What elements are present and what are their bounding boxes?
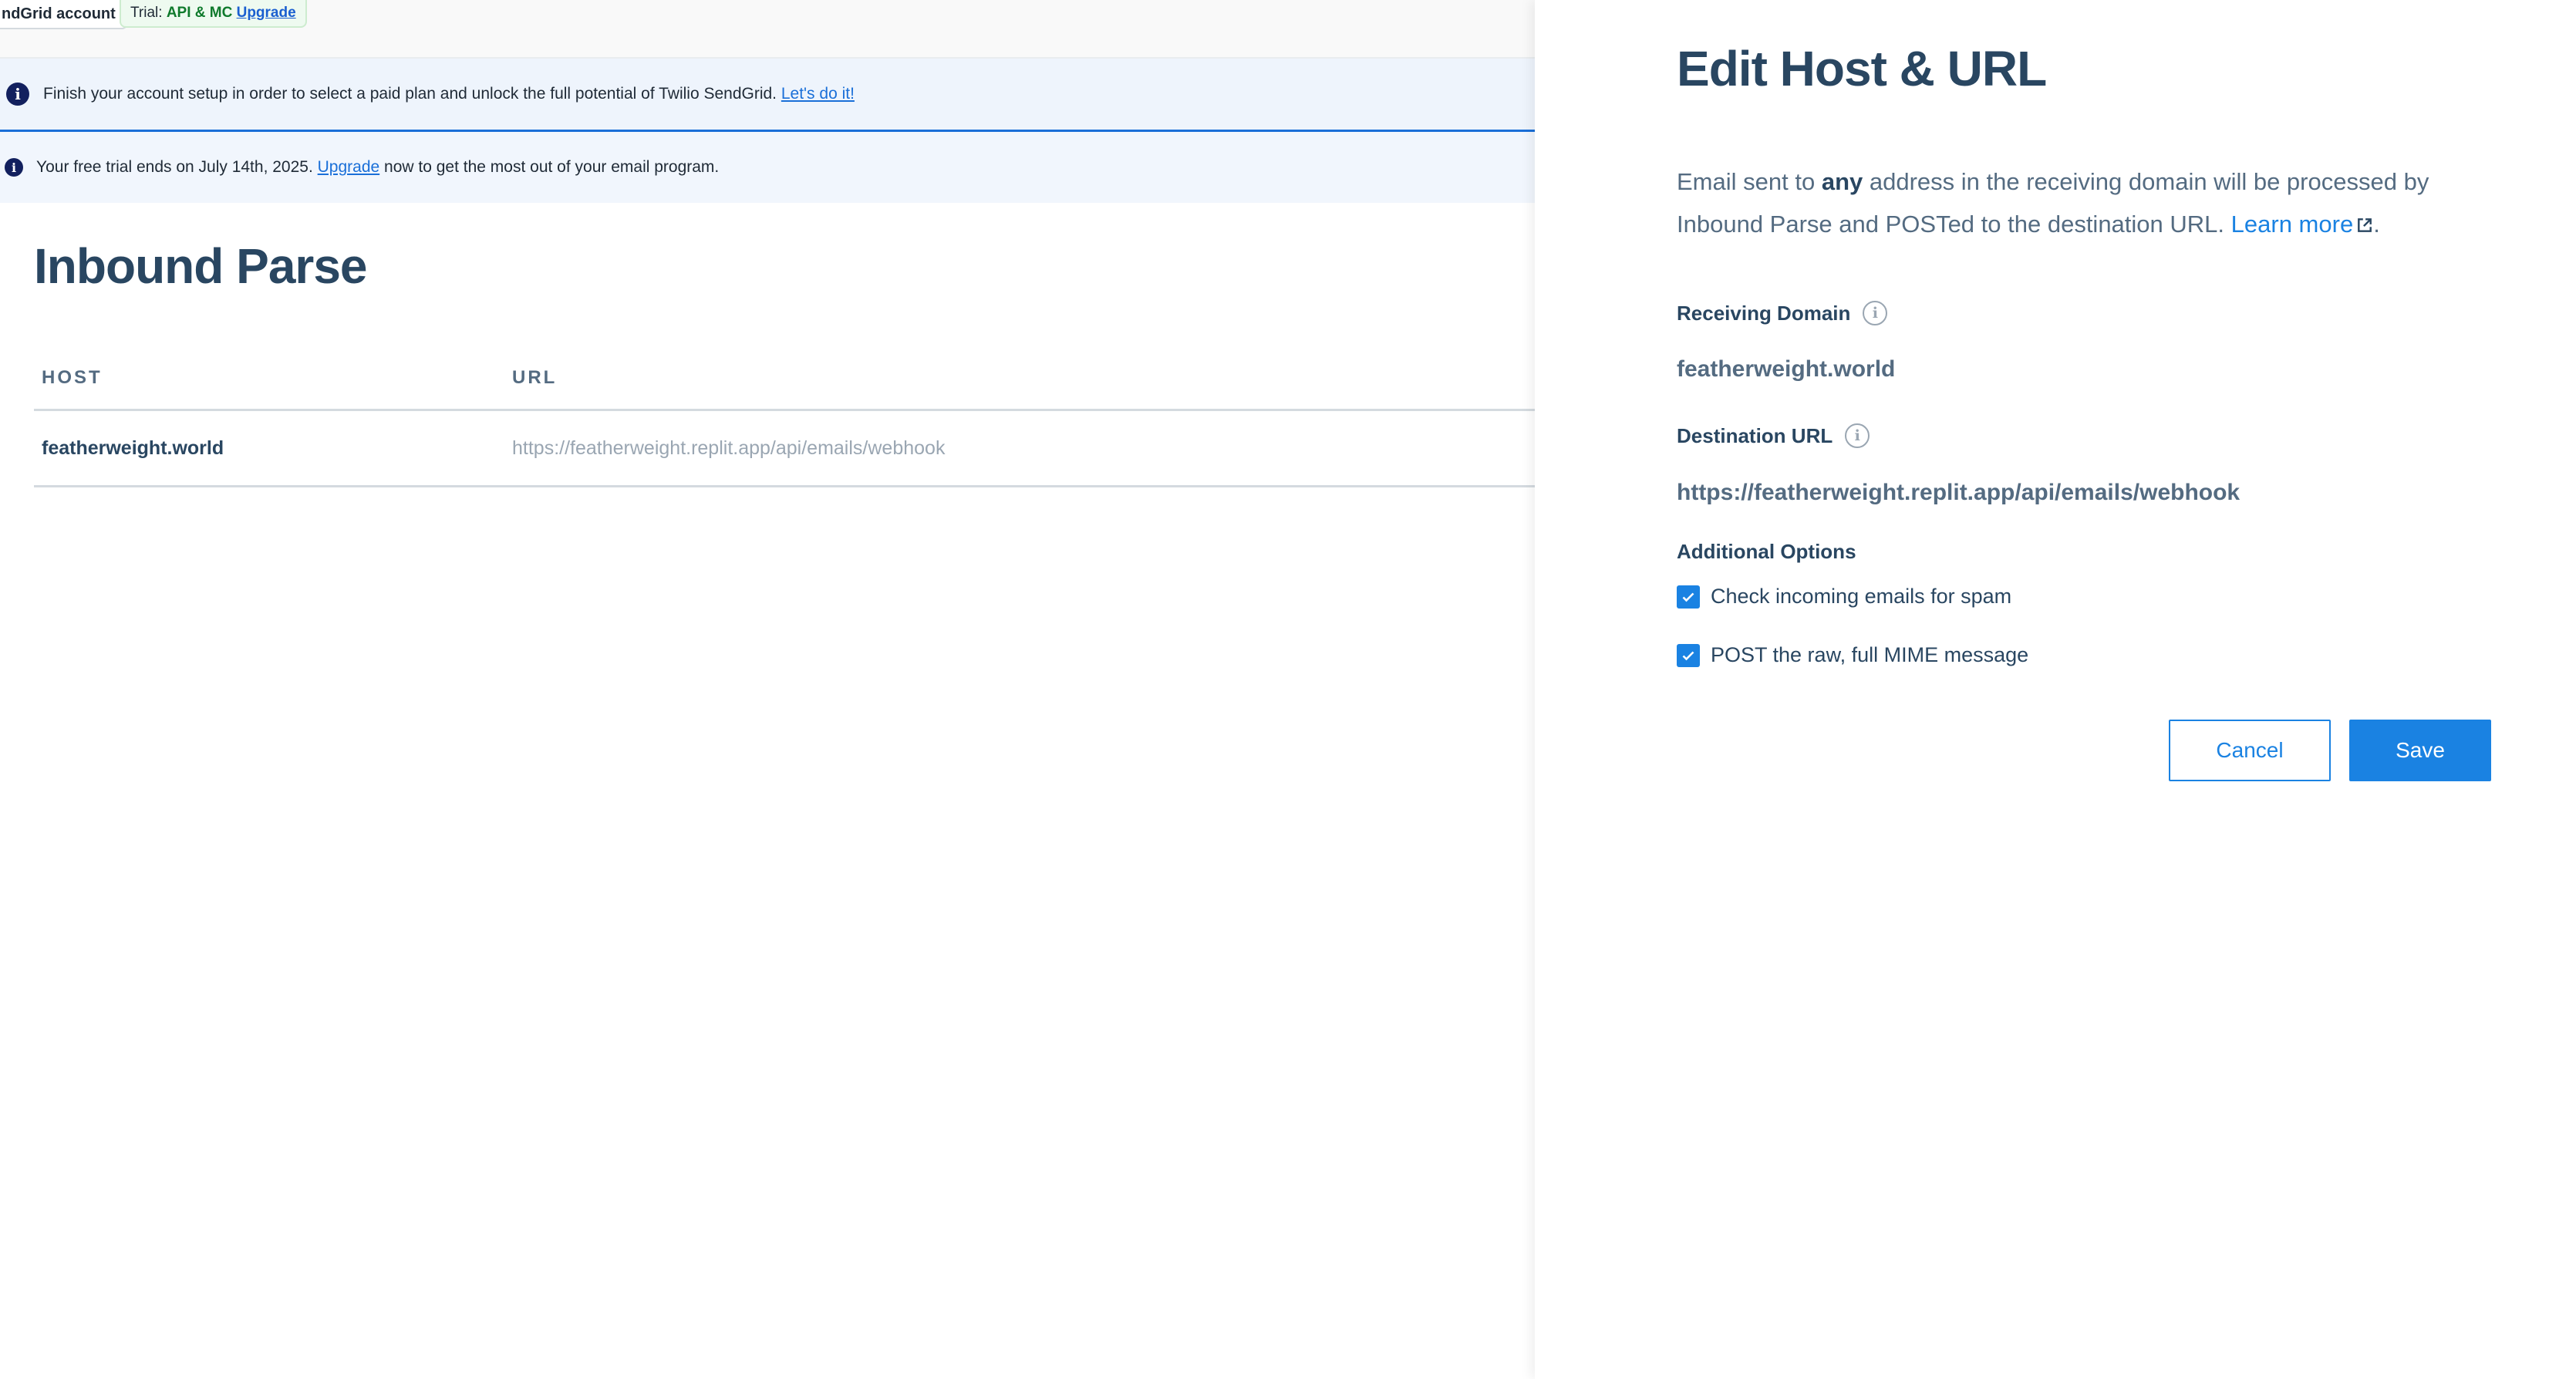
top-bar: ndGrid account Trial: API & MC Upgrade bbox=[0, 0, 1535, 59]
trial-banner-text-after: now to get the most out of your email pr… bbox=[384, 158, 720, 176]
receiving-domain-value: featherweight.world bbox=[1677, 356, 1896, 382]
panel-title: Edit Host & URL bbox=[1677, 41, 2047, 96]
panel-description: Email sent to any address in the receivi… bbox=[1677, 160, 2463, 245]
trial-upgrade-link[interactable]: Upgrade bbox=[237, 5, 296, 21]
cancel-button[interactable]: Cancel bbox=[2169, 720, 2331, 781]
account-pill[interactable]: ndGrid account bbox=[0, 0, 128, 29]
description-emphasis: any bbox=[1821, 168, 1863, 195]
table-header: HOST URL bbox=[34, 347, 1535, 411]
lets-do-it-link[interactable]: Let's do it! bbox=[781, 85, 855, 103]
checkmark-icon bbox=[1682, 651, 1694, 660]
column-header-url: URL bbox=[512, 367, 558, 388]
destination-url-value: https://featherweight.replit.app/api/ema… bbox=[1677, 480, 2241, 505]
description-end: . bbox=[2373, 211, 2380, 238]
description-text: Email sent to bbox=[1677, 168, 1816, 195]
help-icon[interactable]: i bbox=[1863, 301, 1888, 325]
edit-host-url-panel: Edit Host & URL Email sent to any addres… bbox=[1535, 0, 2576, 1379]
spam-check-label: Check incoming emails for spam bbox=[1711, 585, 2012, 608]
setup-banner: i Finish your account setup in order to … bbox=[0, 59, 1535, 132]
additional-options-label: Additional Options bbox=[1677, 540, 1856, 564]
page-title: Inbound Parse bbox=[34, 238, 367, 294]
receiving-domain-label-text: Receiving Domain bbox=[1677, 301, 1851, 325]
trial-banner-text: Your free trial ends on July 14th, 2025. bbox=[36, 158, 313, 176]
raw-mime-label: POST the raw, full MIME message bbox=[1711, 643, 2029, 666]
receiving-domain-label: Receiving Domain i bbox=[1677, 301, 1888, 325]
destination-url-label: Destination URL i bbox=[1677, 423, 1870, 448]
table-row[interactable]: featherweight.world https://featherweigh… bbox=[34, 411, 1535, 487]
learn-more-link[interactable]: Learn more bbox=[2231, 211, 2374, 238]
info-icon: i bbox=[5, 158, 23, 177]
raw-mime-checkbox[interactable] bbox=[1677, 643, 1700, 667]
trial-pill: Trial: API & MC Upgrade bbox=[120, 0, 307, 28]
additional-options-label-text: Additional Options bbox=[1677, 540, 1856, 563]
save-button[interactable]: Save bbox=[2349, 720, 2491, 781]
column-header-host: HOST bbox=[42, 367, 103, 388]
checkmark-icon bbox=[1682, 592, 1694, 602]
url-cell: https://featherweight.replit.app/api/ema… bbox=[512, 437, 946, 459]
info-icon: i bbox=[6, 83, 29, 106]
setup-banner-text: Finish your account setup in order to se… bbox=[43, 85, 777, 103]
help-icon[interactable]: i bbox=[1845, 423, 1870, 448]
raw-mime-option[interactable]: POST the raw, full MIME message bbox=[1677, 643, 2028, 667]
inbound-parse-table: HOST URL featherweight.world https://fea… bbox=[34, 347, 1535, 487]
spam-check-option[interactable]: Check incoming emails for spam bbox=[1677, 585, 2011, 609]
spam-check-checkbox[interactable] bbox=[1677, 585, 1700, 609]
learn-more-label: Learn more bbox=[2230, 211, 2354, 238]
external-link-icon bbox=[2358, 218, 2372, 232]
trial-banner: i Your free trial ends on July 14th, 202… bbox=[0, 132, 1535, 203]
upgrade-link[interactable]: Upgrade bbox=[318, 158, 380, 177]
trial-plan: API & MC bbox=[166, 5, 233, 21]
trial-prefix: Trial: bbox=[130, 5, 163, 21]
host-cell: featherweight.world bbox=[42, 437, 224, 459]
destination-url-label-text: Destination URL bbox=[1677, 423, 1833, 447]
